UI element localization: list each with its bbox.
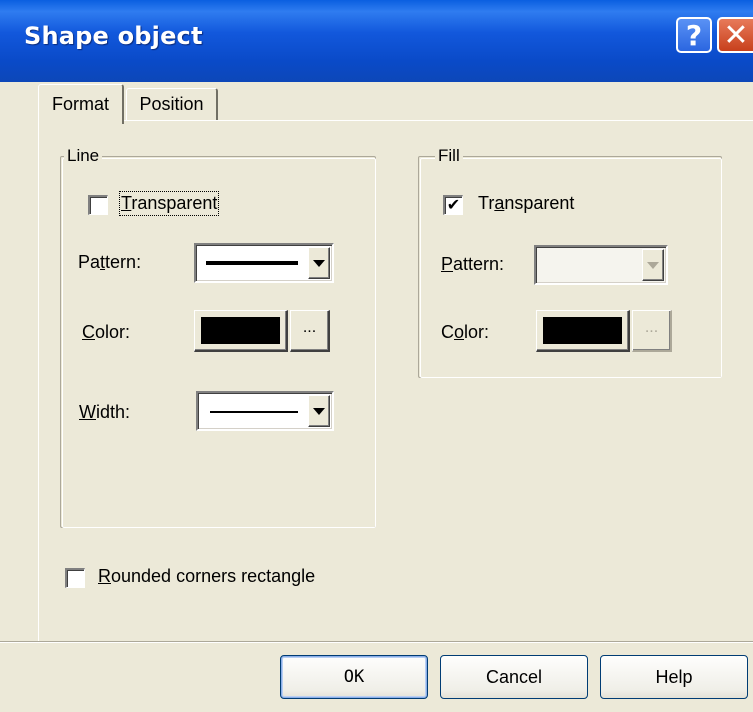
line-width-select[interactable] [196,391,334,431]
close-button[interactable]: ✕ [717,17,753,53]
chevron-down-icon [313,259,325,267]
fill-transparent-checkbox[interactable]: ✔ [443,195,463,215]
help-title-button[interactable]: ? [676,17,712,53]
ok-button-label: OK [343,667,365,687]
checkmark-icon: ✔ [446,196,461,214]
fill-color-label: Color: [441,322,490,342]
line-pattern-label: Pattern: [78,252,142,272]
tab-format[interactable]: Format [38,84,124,124]
cancel-button-label: Cancel [485,666,543,687]
cancel-button[interactable]: Cancel [440,655,588,699]
tab-format-label: Format [51,94,109,114]
line-color-more-button[interactable]: ... [290,310,330,352]
thin-width-preview [210,411,298,413]
tab-position-label: Position [139,94,204,114]
help-button-label: Help [655,666,693,687]
fill-color-more-button[interactable]: ... [632,310,672,352]
rounded-corners-checkbox[interactable] [65,568,85,588]
line-transparent-checkbox[interactable] [88,195,108,215]
line-pattern-dropdown-button[interactable] [308,247,330,279]
line-transparent-label[interactable]: Transparent [118,191,220,216]
help-button[interactable]: Help [600,655,748,699]
fill-pattern-label: Pattern: [441,254,505,274]
fill-color-preview [543,317,622,344]
line-color-preview [201,317,280,344]
ok-button[interactable]: OK [280,655,428,699]
line-group-title: Line [64,146,103,166]
chevron-down-icon [647,261,659,269]
chevron-down-icon [313,407,325,415]
title-bar[interactable]: Shape object ? ✕ [0,0,753,82]
tab-position[interactable]: Position [126,88,218,120]
fill-transparent-label[interactable]: Transparent [478,193,574,214]
fill-group-title: Fill [435,146,463,166]
window-title: Shape object [24,22,203,50]
footer-divider [0,641,753,643]
fill-color-swatch[interactable] [536,310,630,352]
shape-object-dialog: Shape object ? ✕ Format Position Line Tr… [0,0,753,712]
line-width-dropdown-button[interactable] [308,395,330,427]
line-color-label: Color: [82,322,131,342]
rounded-corners-label[interactable]: Rounded corners rectangle [98,566,315,587]
fill-pattern-dropdown-button[interactable] [642,249,664,281]
line-pattern-select[interactable] [194,243,334,283]
question-icon: ? [685,18,703,52]
line-color-more-label: ... [302,318,317,336]
fill-color-more-label: ... [644,318,659,336]
line-width-label: Width: [79,402,131,422]
solid-pattern-preview [206,261,298,265]
line-color-swatch[interactable] [194,310,288,352]
fill-pattern-select[interactable] [534,245,668,285]
close-icon: ✕ [723,17,749,53]
